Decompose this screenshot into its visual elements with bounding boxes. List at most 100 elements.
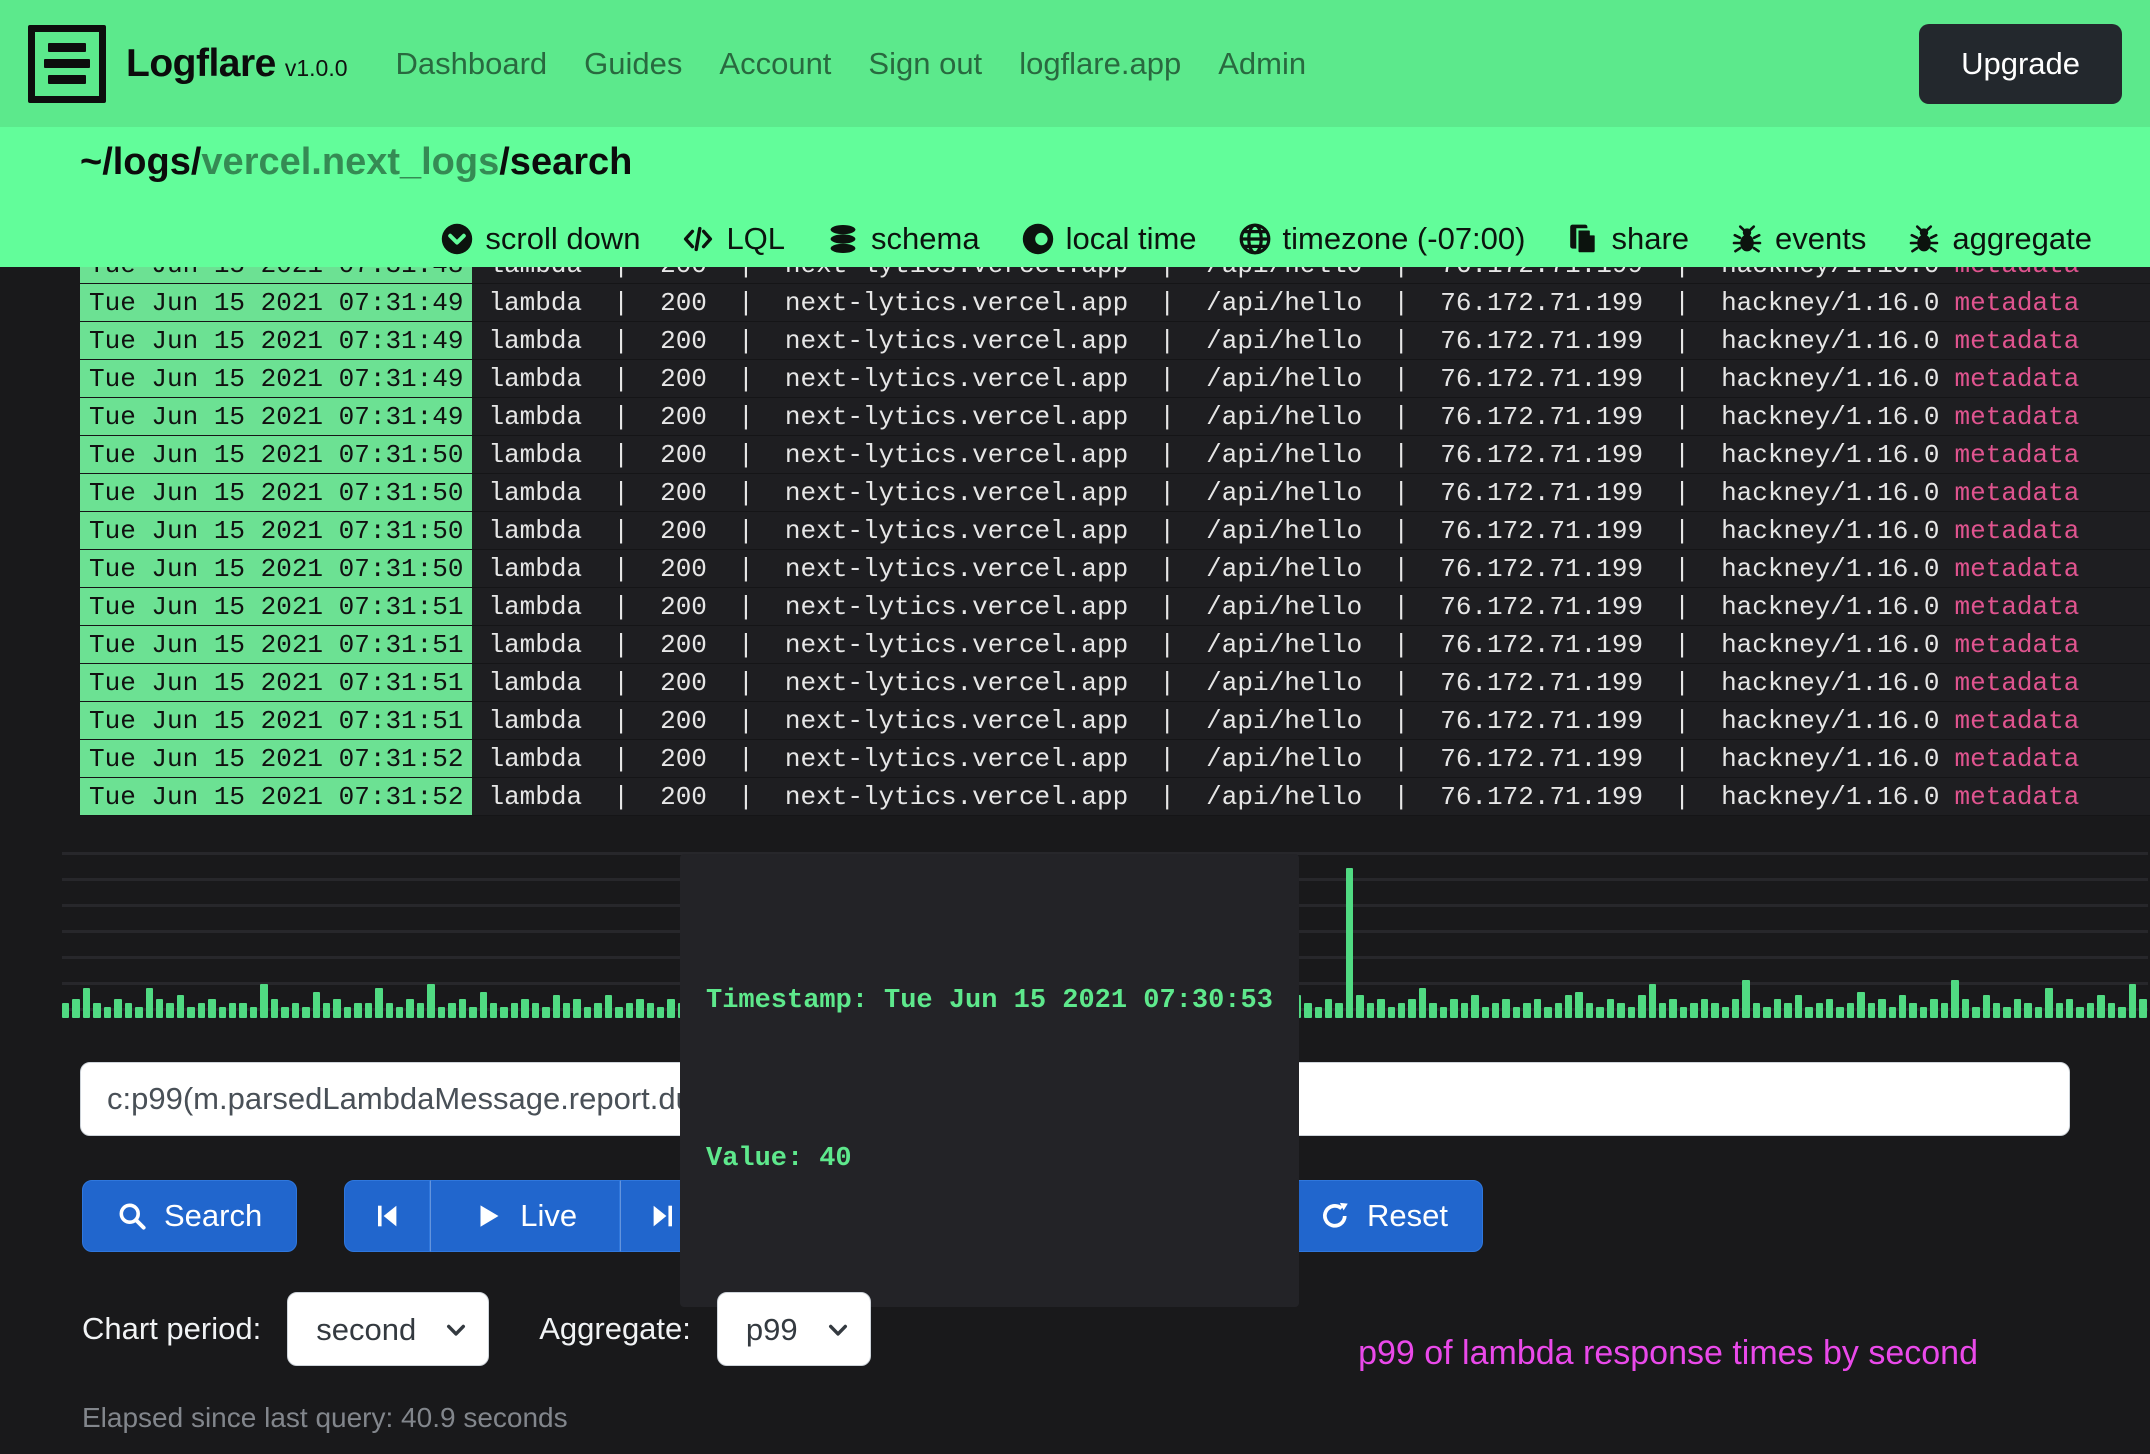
chart-bar[interactable] [1304,1003,1311,1018]
metadata-link[interactable]: metadata [1955,267,2080,283]
log-row[interactable]: Tue Jun 15 2021 07:31:51lambda | 200 | n… [80,626,2150,664]
chart-bar[interactable] [1711,1003,1718,1018]
search-button[interactable]: Search [82,1180,297,1252]
chart-bar[interactable] [271,999,278,1018]
nav-link-dashboard[interactable]: Dashboard [396,46,548,82]
reset-button[interactable]: Reset [1285,1180,1483,1252]
log-row[interactable]: Tue Jun 15 2021 07:31:50lambda | 200 | n… [80,550,2150,588]
metadata-link[interactable]: metadata [1955,740,2080,777]
chart-bar[interactable] [2108,1003,2115,1018]
chart-bar[interactable] [1784,1003,1791,1018]
metadata-link[interactable]: metadata [1955,284,2080,321]
chart-bar[interactable] [2035,1007,2042,1018]
chart-bar[interactable] [146,988,153,1018]
chart-bar[interactable] [260,984,267,1018]
chart-bar[interactable] [1763,1007,1770,1018]
chart-bar[interactable] [187,1007,194,1018]
metadata-link[interactable]: metadata [1955,322,2080,359]
toolbar-item-local-time[interactable]: local time [1022,221,1197,257]
chart-bar[interactable] [1722,1007,1729,1018]
chart-bar[interactable] [563,1003,570,1018]
chart-bar[interactable] [1742,980,1749,1018]
chart-bar[interactable] [365,1003,372,1018]
chart-bar[interactable] [323,1003,330,1018]
chart-bar[interactable] [553,995,560,1018]
chart-bar[interactable] [1847,1003,1854,1018]
nav-link-guides[interactable]: Guides [584,46,682,82]
chart-bar[interactable] [1878,999,1885,1018]
log-row[interactable]: Tue Jun 15 2021 07:31:49lambda | 200 | n… [80,322,2150,360]
chart-bar[interactable] [490,1003,497,1018]
chart-bar[interactable] [1701,999,1708,1018]
chart-bar[interactable] [250,1007,257,1018]
chart-bar[interactable] [2118,1007,2125,1018]
chart-bar[interactable] [125,1003,132,1018]
metadata-link[interactable]: metadata [1955,512,2080,549]
toolbar-item-schema[interactable]: schema [827,221,980,257]
upgrade-button[interactable]: Upgrade [1919,24,2122,104]
chart-bar[interactable] [1920,1007,1927,1018]
log-row[interactable]: Tue Jun 15 2021 07:31:51lambda | 200 | n… [80,664,2150,702]
chart-bar[interactable] [2024,1003,2031,1018]
chart-bar[interactable] [62,1003,69,1018]
log-row[interactable]: Tue Jun 15 2021 07:31:50lambda | 200 | n… [80,474,2150,512]
chart-bar[interactable] [615,1007,622,1018]
chart-period-select[interactable]: second [287,1292,489,1366]
chart-bar[interactable] [1983,995,1990,1018]
chart-bar[interactable] [2087,1003,2094,1018]
metadata-link[interactable]: metadata [1955,778,2080,815]
chart-bar[interactable] [1377,999,1384,1018]
chart-bar[interactable] [667,999,674,1018]
chart-bar[interactable] [594,1003,601,1018]
chart-bar[interactable] [605,995,612,1018]
chart-bar[interactable] [1826,999,1833,1018]
log-row[interactable]: Tue Jun 15 2021 07:31:50lambda | 200 | n… [80,436,2150,474]
metadata-link[interactable]: metadata [1955,550,2080,587]
chart-bar[interactable] [72,999,79,1018]
chart-bar[interactable] [1346,868,1353,1018]
chart-bar[interactable] [386,1003,393,1018]
chart-bar[interactable] [1565,995,1572,1018]
metadata-link[interactable]: metadata [1955,436,2080,473]
chart-bar[interactable] [1367,1003,1374,1018]
chart-bar[interactable] [584,1007,591,1018]
chart-bar[interactable] [135,1007,142,1018]
toolbar-item-timezone-07-00[interactable]: timezone (-07:00) [1239,221,1526,257]
metadata-link[interactable]: metadata [1955,626,2080,663]
chart-bar[interactable] [1335,1003,1342,1018]
chart-bar[interactable] [1617,1003,1624,1018]
chart-bar[interactable] [1993,1003,2000,1018]
log-row[interactable]: Tue Jun 15 2021 07:31:52lambda | 200 | n… [80,740,2150,778]
chart-bar[interactable] [1774,999,1781,1018]
chart-bar[interactable] [1680,1007,1687,1018]
chart-bar[interactable] [344,1007,351,1018]
chart-bar[interactable] [1596,1007,1603,1018]
chart-bar[interactable] [1690,1003,1697,1018]
chart-bar[interactable] [1659,1003,1666,1018]
metadata-link[interactable]: metadata [1955,360,2080,397]
chart-bar[interactable] [448,1003,455,1018]
chart-bar[interactable] [1419,988,1426,1018]
toolbar-item-scroll-down[interactable]: scroll down [441,221,640,257]
chart-bar[interactable] [1868,1003,1875,1018]
chart-bar[interactable] [626,1003,633,1018]
chart-bar[interactable] [406,999,413,1018]
metadata-link[interactable]: metadata [1955,588,2080,625]
nav-link-logflare-app[interactable]: logflare.app [1019,46,1181,82]
chart-bar[interactable] [219,1007,226,1018]
chart-bar[interactable] [1607,999,1614,1018]
brand-link[interactable]: Logflare v1.0.0 [126,42,348,86]
chart-bar[interactable] [469,1007,476,1018]
chart-bar[interactable] [1356,995,1363,1018]
chart-bar[interactable] [354,1003,361,1018]
chart-bar[interactable] [2097,995,2104,1018]
chart-bar[interactable] [1408,999,1415,1018]
aggregate-select[interactable]: p99 [717,1292,871,1366]
chart-bar[interactable] [480,992,487,1018]
chart-bar[interactable] [1669,999,1676,1018]
chart-bar[interactable] [1523,1003,1530,1018]
nav-link-admin[interactable]: Admin [1218,46,1306,82]
chart-bar[interactable] [417,1003,424,1018]
log-table[interactable]: Tue Jun 15 2021 07:31:48lambda | 200 | n… [80,267,2150,816]
chart-bar[interactable] [1325,999,1332,1018]
